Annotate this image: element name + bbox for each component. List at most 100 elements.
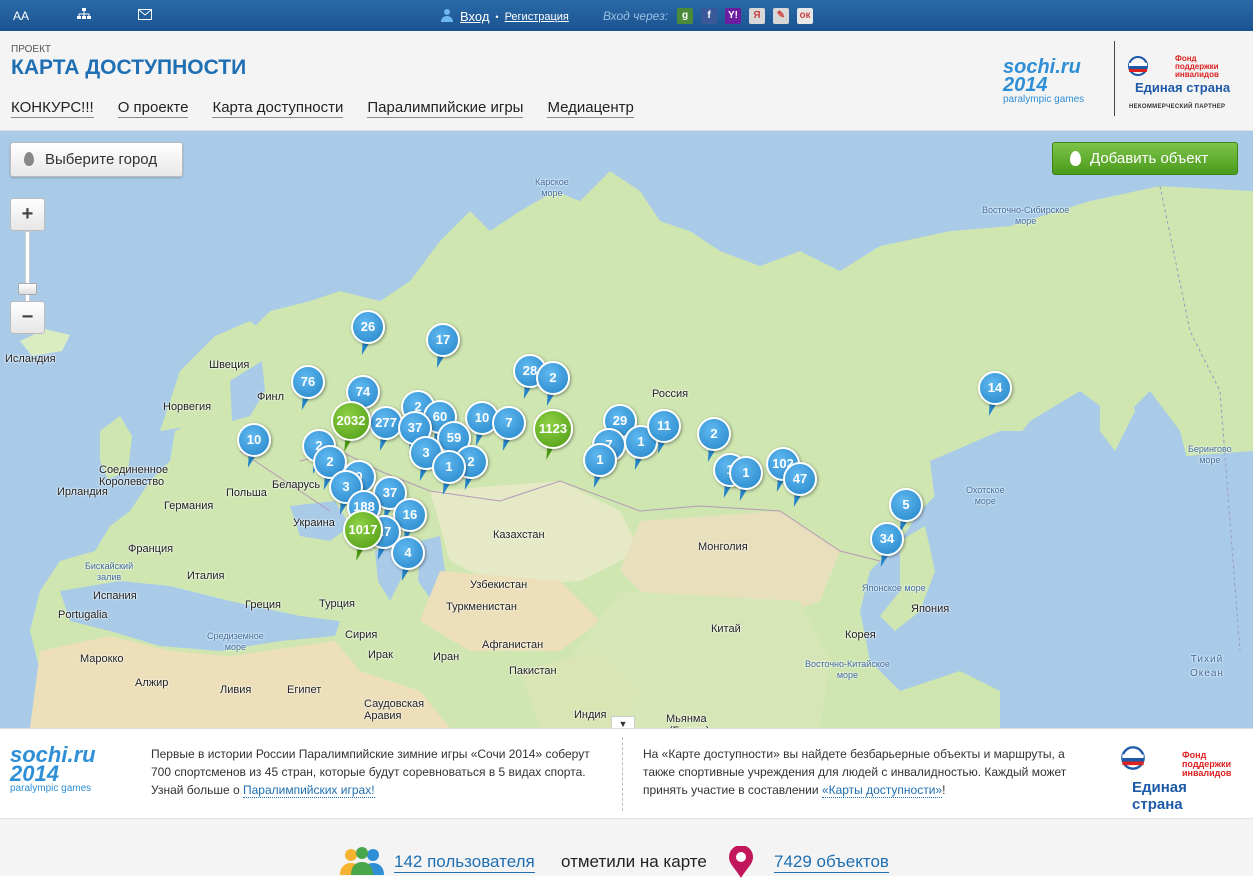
project-label: ПРОЕКТ [11,44,52,55]
cluster-marker[interactable]: 34 [870,522,904,570]
sochi-2014-logo[interactable]: sochi.ru 2014 paralympic games [1003,57,1103,118]
map-label: Финл [257,391,285,403]
nav-item-0[interactable]: КОНКУРС!!! [11,99,94,118]
map-label: Россия [652,388,689,400]
er-fund-label: Фонд поддержки инвалидов [1175,54,1219,79]
add-object-label: Добавить объект [1090,150,1209,167]
google-login-icon[interactable]: g [677,8,693,24]
map-label: Карское море [535,177,569,198]
yandex-login-icon[interactable]: Я [749,8,765,24]
map-label: Узбекистан [470,579,528,591]
map-label: Исландия [5,353,56,365]
zoom-slider-handle[interactable] [18,283,37,295]
marker-count: 1017 [348,522,378,537]
sitemap-icon[interactable] [77,8,91,24]
marker-count: 5 [902,497,910,512]
select-city-button[interactable]: Выберите город [10,142,183,177]
map-label: Турция [319,598,355,610]
map-label: Ирландия [57,486,108,498]
marker-count: 2 [710,426,718,441]
marker-count: 1 [742,465,750,480]
cluster-marker[interactable]: 26 [351,310,385,358]
map-label: Германия [164,500,214,512]
cluster-marker[interactable]: 1 [432,450,466,498]
map-label: Швеция [209,359,250,371]
zoom-out-button[interactable]: − [10,301,45,334]
cluster-marker[interactable]: 11 [647,409,681,457]
zoom-in-button[interactable]: + [10,198,45,231]
cluster-marker[interactable]: 10 [237,423,271,471]
page-title[interactable]: КАРТА ДОСТУПНОСТИ [11,56,246,80]
map-info-text: На «Карте доступности» вы найдете безбар… [643,745,1098,799]
map-label: Восточно-Китайское море [805,659,890,680]
cluster-marker[interactable]: 7 [492,406,526,454]
map-label: Монголия [698,541,748,553]
marker-count: 1 [596,452,604,467]
info-divider [622,737,623,811]
add-object-button[interactable]: Добавить объект [1052,142,1238,175]
cluster-marker-large[interactable]: 2032 [331,401,371,457]
cluster-marker-large[interactable]: 1017 [343,510,383,566]
cluster-marker[interactable]: 14 [978,371,1012,419]
marker-count: 11 [657,418,671,433]
marker-count: 10 [246,432,262,447]
stats-middle-text: отметили на карте [561,852,707,871]
map-label: Охотское море [966,485,1005,506]
map-label: Саудовская Аравия [364,698,425,722]
collapse-panel-button[interactable]: ▼ [611,716,635,728]
sochi-2014-logo[interactable]: sochi.ru 2014 paralympic games [10,744,120,805]
map[interactable]: Исландия Швеция Финл Норвегия Соединенное Ко… [0,131,1253,728]
paralympic-info-text: Первые в истории России Паралимпийские з… [151,745,601,799]
cluster-marker[interactable]: 76 [291,365,325,413]
register-link[interactable]: Регистрация [505,9,569,25]
facebook-login-icon[interactable]: f [701,8,717,24]
cluster-marker[interactable]: 1 [583,443,617,491]
marker-count: 1123 [538,421,568,436]
marker-count: 2032 [336,413,366,428]
map-label: Мьянма [666,713,707,725]
map-label: Афганистан [482,639,544,651]
map-label: Сирия [345,629,378,641]
er-flag-icon [1128,56,1148,76]
map-label: Норвегия [163,401,212,413]
map-label: Portugalia [58,609,108,621]
font-size-icon[interactable]: AA [13,8,29,24]
nav-item-2[interactable]: Карта доступности [212,99,344,118]
map-label: Украина [293,517,335,529]
map-label: Франция [128,543,174,555]
accessibility-map-link[interactable]: «Карты доступности» [821,783,943,798]
edinaya-strana-logo[interactable]: Фонд поддержки инвалидов Единая страна Н… [1127,53,1242,115]
cluster-marker[interactable]: 2 [536,361,570,409]
header: ПРОЕКТ КАРТА ДОСТУПНОСТИ КОНКУРС!!! О про… [0,31,1253,131]
marker-count: 47 [792,471,808,486]
mail-icon[interactable] [138,8,152,24]
livejournal-login-icon[interactable]: ✎ [773,8,789,24]
map-info-end: ! [942,783,946,797]
cluster-marker-large[interactable]: 1123 [533,409,573,465]
map-label: Китай [711,623,741,635]
logo-sub: paralympic games [10,783,92,794]
marker-count: 1 [445,459,453,474]
yahoo-login-icon[interactable]: Y! [725,8,741,24]
login-link[interactable]: Вход [460,9,489,25]
nav-item-1[interactable]: О проекте [117,99,189,118]
nav-item-3[interactable]: Паралимпийские игры [367,99,524,118]
user-icon [440,8,454,26]
paralympic-games-link[interactable]: Паралимпийских играх! [242,783,375,798]
map-label: Японское море [862,583,926,593]
separator: • [495,12,499,22]
map-label: Египет [287,684,322,696]
cluster-marker[interactable]: 17 [426,323,460,371]
nav-item-4[interactable]: Медиацентр [547,99,634,118]
map-label: Ирак [368,649,393,661]
cluster-marker[interactable]: 47 [783,462,817,510]
edinaya-strana-logo[interactable]: Фонд поддержки инвалидов Единая страна [1120,745,1240,813]
marker-count: 7 [505,415,513,430]
cluster-marker[interactable]: 4 [391,536,425,584]
cluster-marker[interactable]: 1 [729,456,763,504]
odnoklassniki-login-icon[interactable]: ок [797,8,813,24]
users-count-link[interactable]: 142 пользователя [394,852,535,873]
map-label: Алжир [135,677,169,689]
logo-sub: paralympic games [1003,94,1085,105]
objects-count-link[interactable]: 7429 объектов [774,852,889,873]
